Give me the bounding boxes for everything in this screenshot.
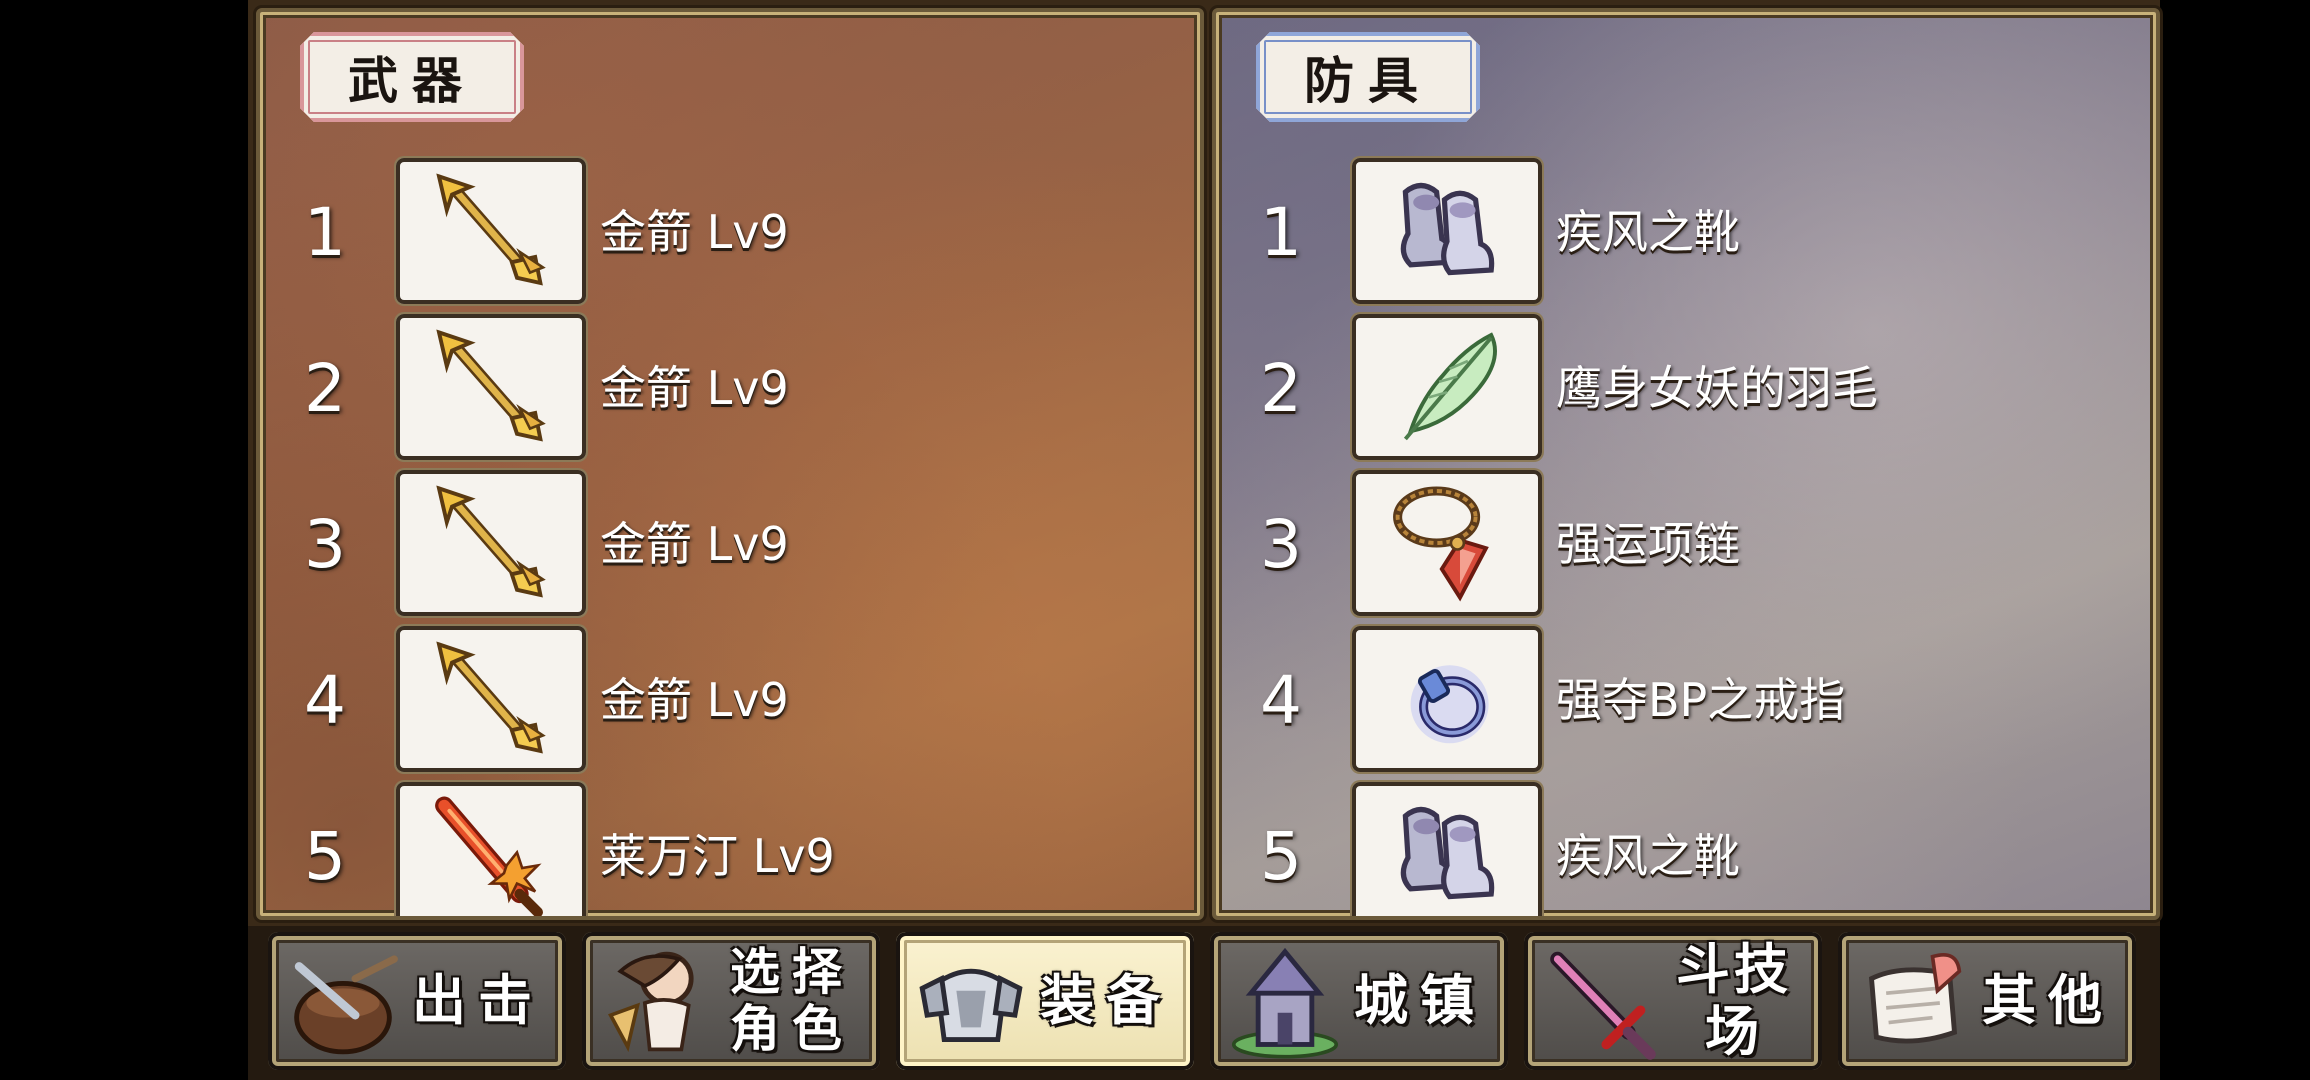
slot-number: 4 <box>304 662 346 739</box>
weapon-slot-row[interactable]: 5 莱万汀 Lv9 <box>260 776 1200 920</box>
nav-other-label: 其他 <box>1982 968 2114 1032</box>
armor-slot-row[interactable]: 2 鹰身女妖的羽毛 <box>1216 308 2156 460</box>
weapon-name: 金箭 Lv9 <box>600 673 789 727</box>
weapon-name: 金箭 Lv9 <box>600 205 789 259</box>
weapon-name: 莱万汀 Lv9 <box>600 829 835 883</box>
nav-sortie-label: 出击 <box>412 968 544 1032</box>
slot-number: 2 <box>304 350 346 427</box>
slot-number: 4 <box>1260 662 1302 739</box>
armor-slot-button[interactable] <box>1352 626 1542 772</box>
nav-character-label-line2: 角色 <box>730 1000 854 1058</box>
armor-slot-button[interactable] <box>1352 470 1542 616</box>
boots-icon <box>1382 790 1512 920</box>
nav-character-label-line1: 选择 <box>730 942 854 1001</box>
armor-panel: 防具 1 疾风之靴 2 鹰身女妖的羽毛 3 强运项链 4 强夺BP之戒指 5 疾… <box>1212 8 2160 920</box>
weapon-slot-button[interactable] <box>396 782 586 920</box>
weapon-name: 金箭 Lv9 <box>600 361 789 415</box>
armor-name: 疾风之靴 <box>1556 205 1740 259</box>
feather-icon <box>1382 322 1512 452</box>
weapon-slot-button[interactable] <box>396 470 586 616</box>
slot-number: 5 <box>1260 818 1302 895</box>
armor-name: 强运项链 <box>1556 517 1740 571</box>
slot-number: 3 <box>304 506 346 583</box>
armor-slot-button[interactable] <box>1352 314 1542 460</box>
sortie-icon <box>282 942 404 1064</box>
town-icon <box>1224 942 1346 1064</box>
weapon-name: 金箭 Lv9 <box>600 517 789 571</box>
character-icon <box>596 942 718 1064</box>
weapon-slot-button[interactable] <box>396 158 586 304</box>
armor-icon <box>910 942 1032 1064</box>
flame-sword-icon <box>426 790 556 920</box>
nav-character-button[interactable]: 选择 角色 <box>582 932 880 1070</box>
nav-arena-label: 斗技场 <box>1676 937 1792 1063</box>
armor-slot-row[interactable]: 3 强运项链 <box>1216 464 2156 616</box>
nav-town-button[interactable]: 城镇 <box>1210 932 1508 1070</box>
golden-arrow-icon <box>426 478 556 608</box>
armor-name: 鹰身女妖的羽毛 <box>1556 361 1878 415</box>
weapon-slot-button[interactable] <box>396 314 586 460</box>
nav-equipment-label: 装备 <box>1040 968 1172 1032</box>
nav-arena-button[interactable]: 斗技场 <box>1524 932 1822 1070</box>
golden-arrow-icon <box>426 166 556 296</box>
boots-icon <box>1382 166 1512 296</box>
armor-name: 疾风之靴 <box>1556 829 1740 883</box>
weapon-slot-row[interactable]: 2 金箭 Lv9 <box>260 308 1200 460</box>
necklace-icon <box>1382 478 1512 608</box>
weapon-slot-row[interactable]: 4 金箭 Lv9 <box>260 620 1200 772</box>
nav-character-label: 选择 角色 <box>712 932 872 1070</box>
armor-slot-button[interactable] <box>1352 782 1542 920</box>
nav-equipment-button[interactable]: 装备 <box>896 932 1194 1070</box>
slot-number: 5 <box>304 818 346 895</box>
scroll-icon <box>1852 942 1974 1064</box>
sword-icon <box>1538 942 1660 1064</box>
armor-slot-row[interactable]: 4 强夺BP之戒指 <box>1216 620 2156 772</box>
slot-number: 1 <box>304 194 346 271</box>
weapon-slot-row[interactable]: 1 金箭 Lv9 <box>260 152 1200 304</box>
armor-name: 强夺BP之戒指 <box>1556 673 1846 727</box>
golden-arrow-icon <box>426 322 556 452</box>
game-stage: 武器 1 金箭 Lv9 2 金箭 Lv9 3 金箭 Lv9 4 金箭 Lv9 5… <box>248 0 2160 1080</box>
armor-panel-title: 防具 <box>1256 32 1480 122</box>
weapon-slot-row[interactable]: 3 金箭 Lv9 <box>260 464 1200 616</box>
nav-town-label: 城镇 <box>1354 968 1486 1032</box>
nav-other-button[interactable]: 其他 <box>1838 932 2136 1070</box>
armor-slot-button[interactable] <box>1352 158 1542 304</box>
armor-slot-row[interactable]: 5 疾风之靴 <box>1216 776 2156 920</box>
nav-sortie-button[interactable]: 出击 <box>268 932 566 1070</box>
armor-slot-row[interactable]: 1 疾风之靴 <box>1216 152 2156 304</box>
slot-number: 1 <box>1260 194 1302 271</box>
weapon-panel: 武器 1 金箭 Lv9 2 金箭 Lv9 3 金箭 Lv9 4 金箭 Lv9 5… <box>256 8 1204 920</box>
ring-icon <box>1382 634 1512 764</box>
golden-arrow-icon <box>426 634 556 764</box>
weapon-slot-button[interactable] <box>396 626 586 772</box>
slot-number: 3 <box>1260 506 1302 583</box>
weapon-panel-title: 武器 <box>300 32 524 122</box>
bottom-nav: 出击 选择 角色 装备 城镇 斗技场 其他 <box>248 926 2160 1080</box>
slot-number: 2 <box>1260 350 1302 427</box>
